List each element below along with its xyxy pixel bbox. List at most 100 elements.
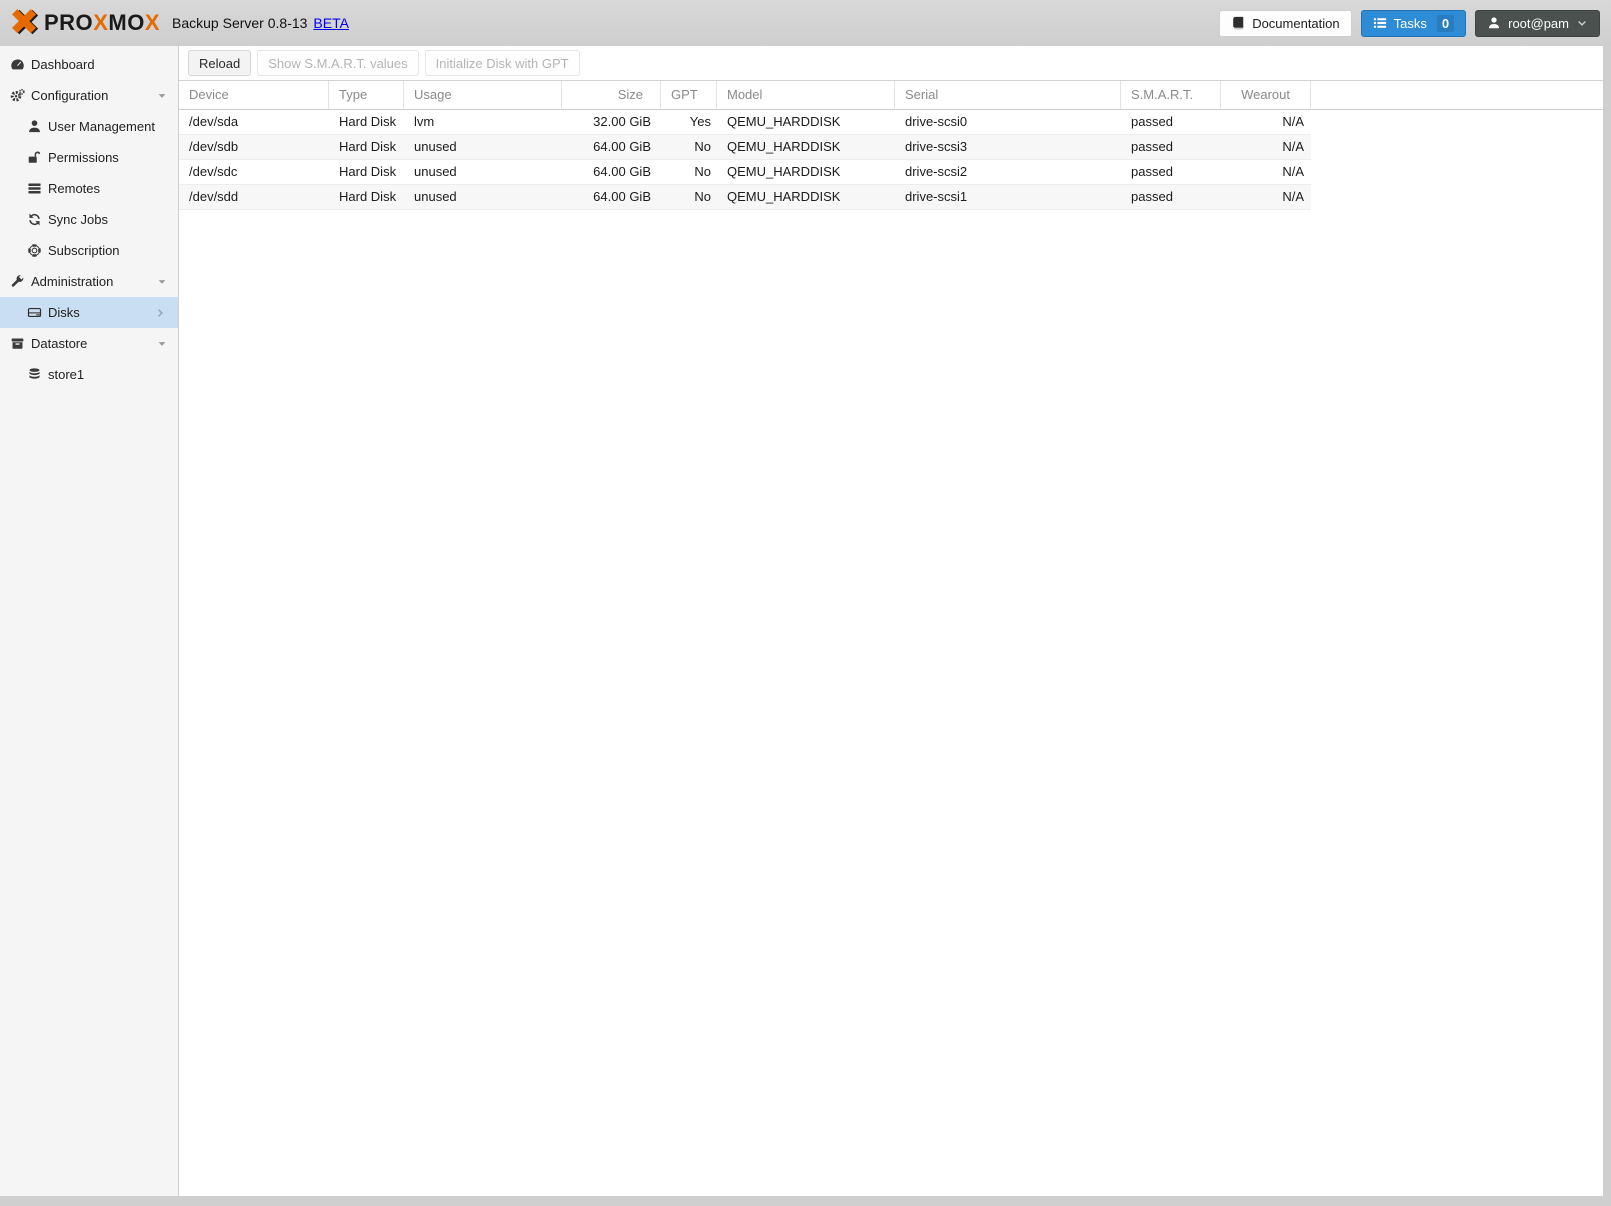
disks-table-body: /dev/sda Hard Disk lvm 32.00 GiB Yes QEM… bbox=[179, 110, 1603, 210]
sidebar-item-store1[interactable]: store1 bbox=[0, 359, 178, 390]
gears-icon bbox=[10, 88, 25, 103]
column-header-gpt[interactable]: GPT bbox=[661, 81, 717, 109]
sidebar-item-sync-jobs[interactable]: Sync Jobs bbox=[0, 204, 178, 235]
app-title: Backup Server 0.8-13 bbox=[172, 15, 308, 31]
column-header-type[interactable]: Type bbox=[329, 81, 404, 109]
cell-serial: drive-scsi1 bbox=[905, 189, 968, 204]
cell-wearout: N/A bbox=[1282, 164, 1304, 179]
archive-icon bbox=[10, 336, 25, 351]
cell-size: 64.00 GiB bbox=[593, 189, 651, 204]
sidebar-item-permissions[interactable]: Permissions bbox=[0, 142, 178, 173]
sidebar-item-label: Datastore bbox=[31, 336, 88, 351]
cell-serial: drive-scsi0 bbox=[905, 114, 968, 129]
cell-device: /dev/sdb bbox=[189, 139, 239, 154]
top-header: PROXMOX Backup Server 0.8-13 BETA Docume… bbox=[0, 0, 1611, 46]
dashboard-icon bbox=[10, 57, 25, 72]
cell-usage: unused bbox=[414, 189, 457, 204]
disks-table-header: Device Type Usage Size GPT Model Serial … bbox=[179, 80, 1603, 110]
user-menu-button[interactable]: root@pam bbox=[1475, 9, 1600, 37]
sidebar-item-disks[interactable]: Disks bbox=[0, 297, 178, 328]
table-row-sdd[interactable]: /dev/sdd Hard Disk unused 64.00 GiB No Q… bbox=[179, 185, 1311, 210]
sidebar-item-configuration[interactable]: Configuration bbox=[0, 80, 178, 111]
table-row-sda[interactable]: /dev/sda Hard Disk lvm 32.00 GiB Yes QEM… bbox=[179, 110, 1311, 135]
sidebar-item-datastore[interactable]: Datastore bbox=[0, 328, 178, 359]
sidebar-item-label: Remotes bbox=[48, 181, 101, 196]
column-header-model[interactable]: Model bbox=[717, 81, 895, 109]
sidebar-item-label: Disks bbox=[48, 305, 80, 320]
column-header-serial[interactable]: Serial bbox=[895, 81, 1121, 109]
column-header-device[interactable]: Device bbox=[179, 81, 329, 109]
sidebar-item-label: Administration bbox=[31, 274, 114, 289]
task-list-icon bbox=[1373, 18, 1386, 28]
sidebar-item-remotes[interactable]: Remotes bbox=[0, 173, 178, 204]
column-header-smart[interactable]: S.M.A.R.T. bbox=[1121, 81, 1221, 109]
hdd-icon bbox=[27, 305, 42, 320]
tasks-button[interactable]: Tasks 0 bbox=[1360, 9, 1467, 37]
column-header-usage[interactable]: Usage bbox=[404, 81, 562, 109]
sidebar-item-label: Configuration bbox=[31, 88, 109, 103]
column-header-size[interactable]: Size bbox=[562, 81, 661, 109]
table-row-sdb[interactable]: /dev/sdb Hard Disk unused 64.00 GiB No Q… bbox=[179, 135, 1311, 160]
cell-device: /dev/sdd bbox=[189, 189, 239, 204]
column-header-wearout[interactable]: Wearout bbox=[1221, 81, 1311, 109]
cell-model: QEMU_HARDDISK bbox=[727, 139, 841, 154]
cell-gpt: No bbox=[694, 139, 711, 154]
sidebar-item-label: Dashboard bbox=[31, 57, 95, 72]
cell-device: /dev/sdc bbox=[189, 164, 238, 179]
sidebar: Dashboard Configuration User Management bbox=[0, 46, 179, 1196]
disks-toolbar: Reload Show S.M.A.R.T. values Initialize… bbox=[179, 46, 1603, 80]
refresh-icon bbox=[27, 212, 42, 227]
caret-down-icon[interactable] bbox=[156, 90, 168, 102]
proxmox-x-icon bbox=[12, 9, 39, 35]
table-row-sdc[interactable]: /dev/sdc Hard Disk unused 64.00 GiB No Q… bbox=[179, 160, 1311, 185]
logo-text: PROXMOX bbox=[44, 10, 161, 35]
documentation-button[interactable]: Documentation bbox=[1219, 9, 1352, 37]
book-icon bbox=[1232, 16, 1244, 30]
tasks-label: Tasks bbox=[1393, 15, 1427, 31]
show-smart-values-button[interactable]: Show S.M.A.R.T. values bbox=[257, 50, 419, 76]
cell-wearout: N/A bbox=[1282, 189, 1304, 204]
cell-wearout: N/A bbox=[1282, 139, 1304, 154]
cell-smart: passed bbox=[1131, 189, 1173, 204]
sidebar-item-administration[interactable]: Administration bbox=[0, 266, 178, 297]
column-header-filler bbox=[1311, 81, 1603, 109]
cell-model: QEMU_HARDDISK bbox=[727, 164, 841, 179]
cell-size: 64.00 GiB bbox=[593, 164, 651, 179]
cell-device: /dev/sda bbox=[189, 114, 239, 129]
chevron-right-icon bbox=[157, 308, 163, 317]
wrench-icon bbox=[10, 274, 25, 289]
cell-model: QEMU_HARDDISK bbox=[727, 189, 841, 204]
cell-usage: unused bbox=[414, 164, 457, 179]
cell-type: Hard Disk bbox=[339, 139, 397, 154]
life-ring-icon bbox=[27, 243, 42, 258]
unlock-icon bbox=[27, 150, 42, 165]
cell-wearout: N/A bbox=[1282, 114, 1304, 129]
reload-button[interactable]: Reload bbox=[188, 50, 252, 76]
sidebar-item-label: Permissions bbox=[48, 150, 119, 165]
initialize-gpt-button[interactable]: Initialize Disk with GPT bbox=[424, 50, 580, 76]
cell-type: Hard Disk bbox=[339, 164, 397, 179]
sidebar-item-dashboard[interactable]: Dashboard bbox=[0, 49, 178, 80]
cell-serial: drive-scsi2 bbox=[905, 164, 968, 179]
cell-size: 64.00 GiB bbox=[593, 139, 651, 154]
cell-gpt: No bbox=[694, 189, 711, 204]
cell-serial: drive-scsi3 bbox=[905, 139, 968, 154]
cell-type: Hard Disk bbox=[339, 189, 397, 204]
beta-link[interactable]: BETA bbox=[313, 15, 349, 31]
sidebar-item-user-management[interactable]: User Management bbox=[0, 111, 178, 142]
cell-smart: passed bbox=[1131, 114, 1173, 129]
user-label: root@pam bbox=[1508, 15, 1569, 31]
caret-down-icon[interactable] bbox=[156, 338, 168, 350]
user-avatar-icon bbox=[1489, 17, 1500, 29]
main-panel: Reload Show S.M.A.R.T. values Initialize… bbox=[179, 46, 1603, 1196]
cell-usage: unused bbox=[414, 139, 457, 154]
cell-gpt: Yes bbox=[689, 114, 711, 129]
cell-smart: passed bbox=[1131, 164, 1173, 179]
caret-down-icon[interactable] bbox=[156, 276, 168, 288]
sidebar-item-label: store1 bbox=[48, 367, 85, 382]
cell-type: Hard Disk bbox=[339, 114, 397, 129]
sidebar-item-subscription[interactable]: Subscription bbox=[0, 235, 178, 266]
tasks-count-badge: 0 bbox=[1436, 14, 1455, 32]
cell-gpt: No bbox=[694, 164, 711, 179]
proxmox-logo[interactable]: PROXMOX bbox=[10, 8, 160, 38]
